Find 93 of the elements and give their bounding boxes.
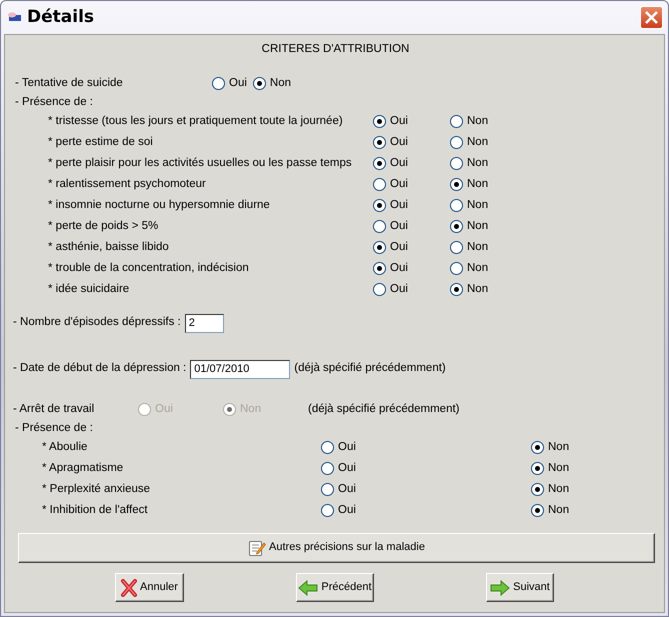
- radio-button[interactable]: [531, 440, 544, 454]
- radio-button[interactable]: [450, 114, 463, 128]
- notepad-pencil-icon: [248, 539, 266, 557]
- radio-label: Non: [467, 114, 488, 128]
- field-label: * idée suicidaire: [48, 282, 130, 295]
- note-text: (déjà spécifié précédemment): [294, 362, 446, 376]
- left-arrow-icon: [298, 580, 318, 596]
- radio-label: Oui: [338, 504, 356, 518]
- radio-label: Oui: [338, 482, 356, 496]
- field-label: * trouble de la concentration, indécision: [48, 262, 249, 274]
- radio-label: Non: [240, 402, 262, 416]
- radio-label: Non: [467, 178, 488, 192]
- radio-button[interactable]: [450, 240, 463, 254]
- radio-button[interactable]: [373, 240, 386, 254]
- field-label: * insomnie nocturne ou hypersomnie diurne: [48, 198, 270, 211]
- date-field[interactable]: 01/07/2010: [190, 360, 290, 378]
- radio-button[interactable]: [373, 198, 386, 212]
- field-label: * perte de poids > 5%: [48, 220, 158, 232]
- cross-icon: [121, 578, 138, 596]
- field-label: - Tentative de suicide: [15, 76, 123, 89]
- radio-button[interactable]: [321, 504, 334, 517]
- field-label: * Perplexité anxieuse: [42, 482, 150, 495]
- radio-label: Oui: [390, 240, 408, 254]
- radio-label: Non: [467, 282, 488, 296]
- radio-button[interactable]: [450, 178, 463, 191]
- radio-button[interactable]: [321, 440, 334, 454]
- radio-button[interactable]: [373, 156, 386, 170]
- radio-label: Non: [467, 136, 488, 150]
- note-text: (déjà spécifié précédemment): [308, 402, 460, 416]
- field-label: * ralentissement psychomoteur: [48, 178, 206, 190]
- radio-label: Non: [467, 262, 488, 276]
- radio-button[interactable]: [373, 220, 386, 233]
- radio-button[interactable]: [531, 462, 544, 475]
- radio-button[interactable]: [531, 504, 544, 517]
- details-button[interactable]: Autres précisions sur la maladie: [18, 533, 655, 563]
- field-label: - Arrêt de travail: [13, 402, 94, 415]
- field-label: - Présence de :: [15, 96, 93, 108]
- field-label: - Présence de :: [15, 422, 93, 434]
- radio-button[interactable]: [531, 482, 544, 496]
- radio-label: Non: [548, 462, 570, 476]
- number-field[interactable]: 2: [184, 314, 224, 332]
- radio-button[interactable]: [450, 198, 463, 212]
- field-label: * Aboulie: [42, 440, 88, 453]
- cancel-button[interactable]: Annuler: [115, 573, 184, 602]
- radio-button[interactable]: [373, 114, 386, 128]
- radio-label: Oui: [229, 76, 247, 90]
- section-heading: CRITERES D'ATTRIBUTION: [260, 43, 410, 57]
- radio-label: Non: [467, 240, 488, 254]
- radio-button[interactable]: [373, 136, 386, 149]
- field-label: - Date de début de la dépression :: [13, 362, 186, 376]
- radio-label: Non: [467, 198, 488, 212]
- radio-button[interactable]: [450, 156, 463, 170]
- radio-button[interactable]: [450, 282, 463, 296]
- radio-label: Oui: [155, 402, 173, 416]
- radio-button[interactable]: [252, 76, 266, 90]
- radio-button[interactable]: [450, 136, 463, 149]
- previous-button[interactable]: Précédent: [296, 573, 374, 602]
- close-button[interactable]: [640, 6, 663, 29]
- radio-button[interactable]: [321, 462, 334, 475]
- radio-label: Oui: [390, 156, 408, 170]
- next-button[interactable]: Suivant: [486, 573, 554, 602]
- radio-label: Oui: [390, 220, 408, 234]
- radio-label: Oui: [390, 178, 408, 192]
- radio-label: Oui: [390, 136, 408, 150]
- radio-button[interactable]: [321, 482, 334, 496]
- field-label: * perte plaisir pour les activités usuelles ou les passe temps: [48, 156, 352, 169]
- field-label: * Inhibition de l'affect: [42, 504, 148, 516]
- field-label: * perte estime de soi: [48, 136, 153, 148]
- radio-button[interactable]: [373, 178, 386, 191]
- field-label: * tristesse (tous les jours et pratiquement toute la journée): [48, 114, 343, 127]
- radio-label: Oui: [390, 114, 408, 128]
- radio-label: Oui: [338, 462, 356, 476]
- radio-label: Non: [548, 440, 570, 454]
- radio-label: Non: [548, 504, 570, 518]
- radio-label: Non: [548, 482, 570, 496]
- radio-label: Oui: [390, 262, 408, 276]
- close-icon: [644, 10, 659, 25]
- field-label: * Apragmatisme: [42, 462, 124, 474]
- right-arrow-icon: [490, 580, 510, 596]
- field-label: * asthénie, baisse libido: [48, 240, 169, 253]
- radio-button[interactable]: [373, 262, 386, 275]
- radio-button[interactable]: [212, 76, 225, 90]
- radio-button[interactable]: [373, 282, 386, 296]
- window-title: Détails: [27, 7, 94, 28]
- field-label: - Nombre d'épisodes dépressifs :: [13, 316, 181, 330]
- radio-label: Oui: [390, 282, 408, 296]
- radio-button[interactable]: [450, 220, 463, 233]
- radio-label: Oui: [338, 440, 356, 454]
- radio-button[interactable]: [450, 262, 463, 275]
- radio-label: Non: [467, 220, 488, 234]
- radio-label: Non: [270, 76, 292, 90]
- radio-label: Oui: [390, 198, 408, 212]
- radio-label: Non: [467, 156, 488, 170]
